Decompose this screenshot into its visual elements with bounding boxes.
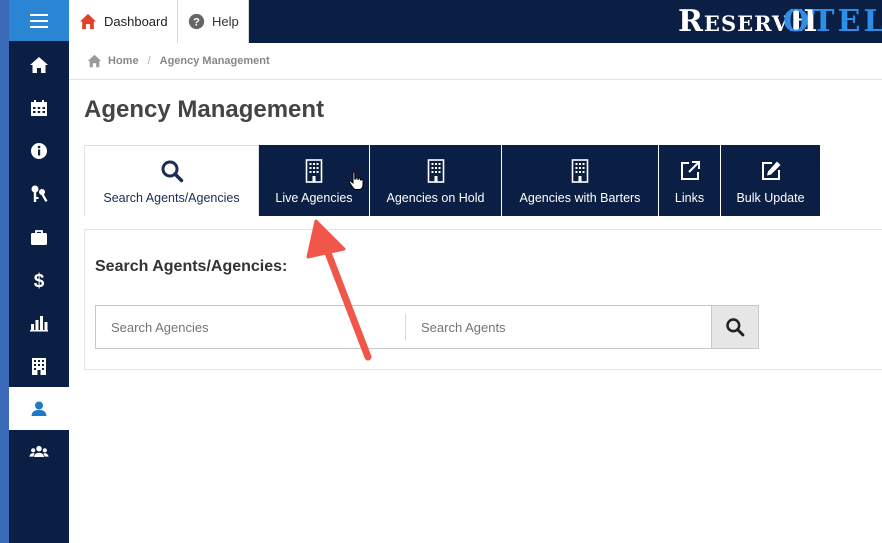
- tab-label: Links: [674, 191, 705, 205]
- tab-agencies-on-hold[interactable]: Agencies on Hold: [370, 145, 502, 216]
- sidebar-item-users[interactable]: [9, 430, 69, 473]
- home-icon: [87, 54, 102, 68]
- external-link-icon: [680, 161, 700, 180]
- app-window: $ Dashboard ? Help ReservH OTEL Home / A…: [0, 0, 882, 543]
- user-icon: [31, 401, 47, 416]
- breadcrumb-current: Agency Management: [159, 55, 270, 67]
- svg-text:?: ?: [193, 16, 200, 28]
- tab-label: Search Agents/Agencies: [103, 191, 240, 205]
- users-icon: [29, 445, 49, 457]
- page-title: Agency Management: [84, 96, 325, 123]
- tab-label: Live Agencies: [275, 191, 353, 205]
- tab-search-agents-agencies[interactable]: Search Agents/Agencies: [84, 145, 259, 216]
- top-bar: Dashboard ? Help ReservH OTEL: [69, 0, 882, 43]
- home-icon: [79, 13, 97, 30]
- sidebar-item-info[interactable]: [9, 129, 69, 172]
- sidebar-item-briefcase[interactable]: [9, 215, 69, 258]
- window-edge: [0, 0, 9, 543]
- sidebar-item-agency[interactable]: [9, 387, 69, 430]
- search-panel-title: Search Agents/Agencies:: [95, 258, 288, 275]
- dashboard-label: Dashboard: [104, 14, 168, 29]
- building-icon: [427, 159, 444, 183]
- briefcase-icon: [31, 229, 47, 245]
- search-button[interactable]: [711, 306, 758, 348]
- sidebar-item-dollar[interactable]: $: [9, 258, 69, 301]
- reservhotel-logo: ReservH OTEL: [672, 0, 882, 43]
- hamburger-icon: [30, 13, 48, 28]
- breadcrumb-separator: /: [147, 55, 151, 67]
- sidebar-item-home[interactable]: [9, 43, 69, 86]
- help-icon: ?: [188, 13, 205, 30]
- tab-label: Agencies with Barters: [519, 191, 641, 205]
- sidebar: $: [9, 0, 69, 543]
- hand-cursor-icon: [348, 171, 364, 190]
- tab-label: Bulk Update: [736, 191, 805, 205]
- home-icon: [30, 56, 48, 73]
- breadcrumb: Home / Agency Management: [69, 43, 882, 80]
- annotation-arrow: [306, 219, 372, 361]
- search-icon: [161, 160, 183, 183]
- dollar-icon: $: [34, 271, 45, 290]
- sidebar-item-calendar[interactable]: [9, 86, 69, 129]
- tab-bulk-update[interactable]: Bulk Update: [721, 145, 821, 216]
- building-icon: [571, 159, 589, 183]
- breadcrumb-home-label: Home: [108, 55, 139, 67]
- info-icon: [31, 142, 47, 159]
- help-label: Help: [212, 14, 239, 29]
- building-icon: [305, 159, 323, 183]
- bar-chart-icon: [30, 315, 48, 331]
- svg-text:$: $: [34, 271, 45, 290]
- calendar-icon: [31, 99, 47, 116]
- logo-text-hotel: OTEL: [783, 4, 882, 39]
- sidebar-item-hotels[interactable]: [9, 344, 69, 387]
- sidebar-item-keys[interactable]: [9, 172, 69, 215]
- keys-icon: [31, 185, 48, 202]
- search-panel: Search Agents/Agencies:: [84, 229, 882, 370]
- tab-label: Agencies on Hold: [386, 191, 485, 205]
- tab-agencies-with-barters[interactable]: Agencies with Barters: [502, 145, 659, 216]
- edit-icon: [761, 161, 780, 180]
- tab-links[interactable]: Links: [659, 145, 721, 216]
- dashboard-tab[interactable]: Dashboard: [69, 0, 177, 43]
- search-box: [95, 305, 759, 349]
- sidebar-item-reports[interactable]: [9, 301, 69, 344]
- menu-toggle-button[interactable]: [9, 0, 69, 41]
- search-agents-input[interactable]: [405, 314, 713, 340]
- breadcrumb-home-link[interactable]: Home: [87, 54, 139, 68]
- building-icon: [32, 357, 46, 375]
- help-tab[interactable]: ? Help: [177, 0, 249, 43]
- search-icon: [726, 318, 745, 337]
